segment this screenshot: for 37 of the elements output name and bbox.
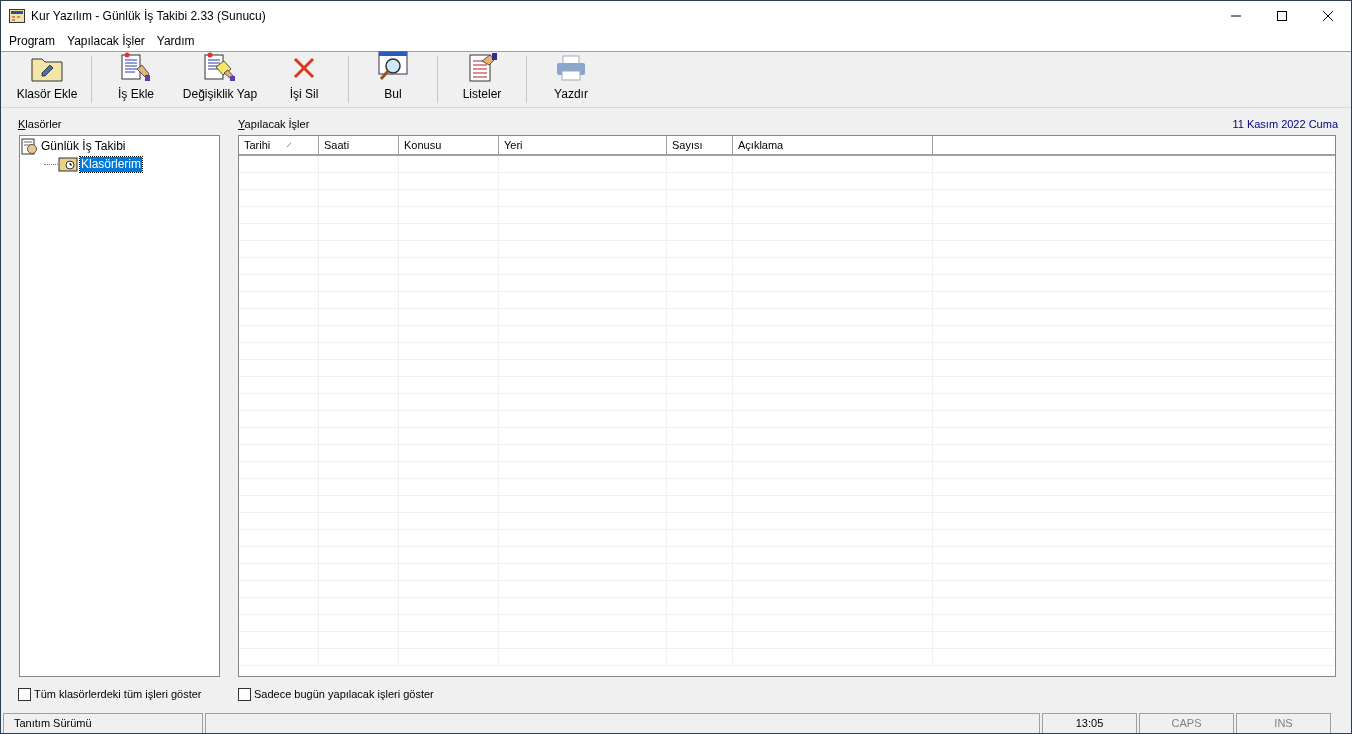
status-panel: 13:05	[1042, 713, 1137, 733]
column-header[interactable]: Konusu	[399, 136, 499, 154]
toolbar-button[interactable]: Listeler	[440, 52, 524, 107]
panel-label: Yapılacak İşler	[238, 117, 310, 132]
folder-clock-icon	[58, 156, 78, 172]
tree-item[interactable]: Günlük İş Takibi	[40, 138, 127, 154]
date-label: 11 Kasım 2022 Cuma	[1232, 117, 1338, 132]
toolbar-button[interactable]: İş Ekle	[94, 52, 178, 107]
option-checkbox[interactable]: Sadece bugün yapılacak işleri göster	[238, 685, 434, 703]
toolbar-button[interactable]: Bul	[351, 52, 435, 107]
status-panel: INS	[1236, 713, 1331, 733]
maximize-icon	[1277, 11, 1287, 21]
column-header[interactable]: Sayısı	[667, 136, 733, 154]
menu-item[interactable]: Yardım	[150, 32, 201, 50]
toolbar-button[interactable]: Değişiklik Yap	[178, 52, 262, 107]
document-hand-icon	[119, 51, 153, 83]
toolbar-button[interactable]: Yazdır	[529, 52, 613, 107]
status-panel: Tanıtım Sürümü	[3, 713, 203, 733]
window-title: Kur Yazılım - Günlük İş Takibi 2.33 (Sunucu)	[31, 8, 266, 25]
tree-item[interactable]: Klasörlerim	[80, 156, 142, 172]
option-checkbox[interactable]: Tüm klasörlerdeki tüm işleri göster	[18, 685, 202, 703]
document-note-icon	[202, 51, 238, 83]
toolbar-button[interactable]: İşi Sil	[262, 52, 346, 107]
checkbox[interactable]	[238, 687, 251, 701]
column-header[interactable]: Açıklama	[733, 136, 933, 154]
menu-item[interactable]: Yapılacak İşler	[61, 32, 151, 50]
status-panel: CAPS	[1139, 713, 1234, 733]
column-header[interactable]: Tarihi	[239, 136, 319, 154]
app-icon	[9, 9, 25, 23]
printer-icon	[554, 52, 588, 83]
checkbox[interactable]	[18, 687, 31, 701]
menu-item[interactable]: Program	[3, 32, 61, 50]
column-header[interactable]: Yeri	[499, 136, 667, 154]
column-header[interactable]: Saati	[319, 136, 399, 154]
panel-label: Klasörler	[18, 117, 63, 132]
close-icon	[1323, 11, 1333, 21]
toolbar-button[interactable]: Klasör Ekle	[5, 52, 89, 107]
